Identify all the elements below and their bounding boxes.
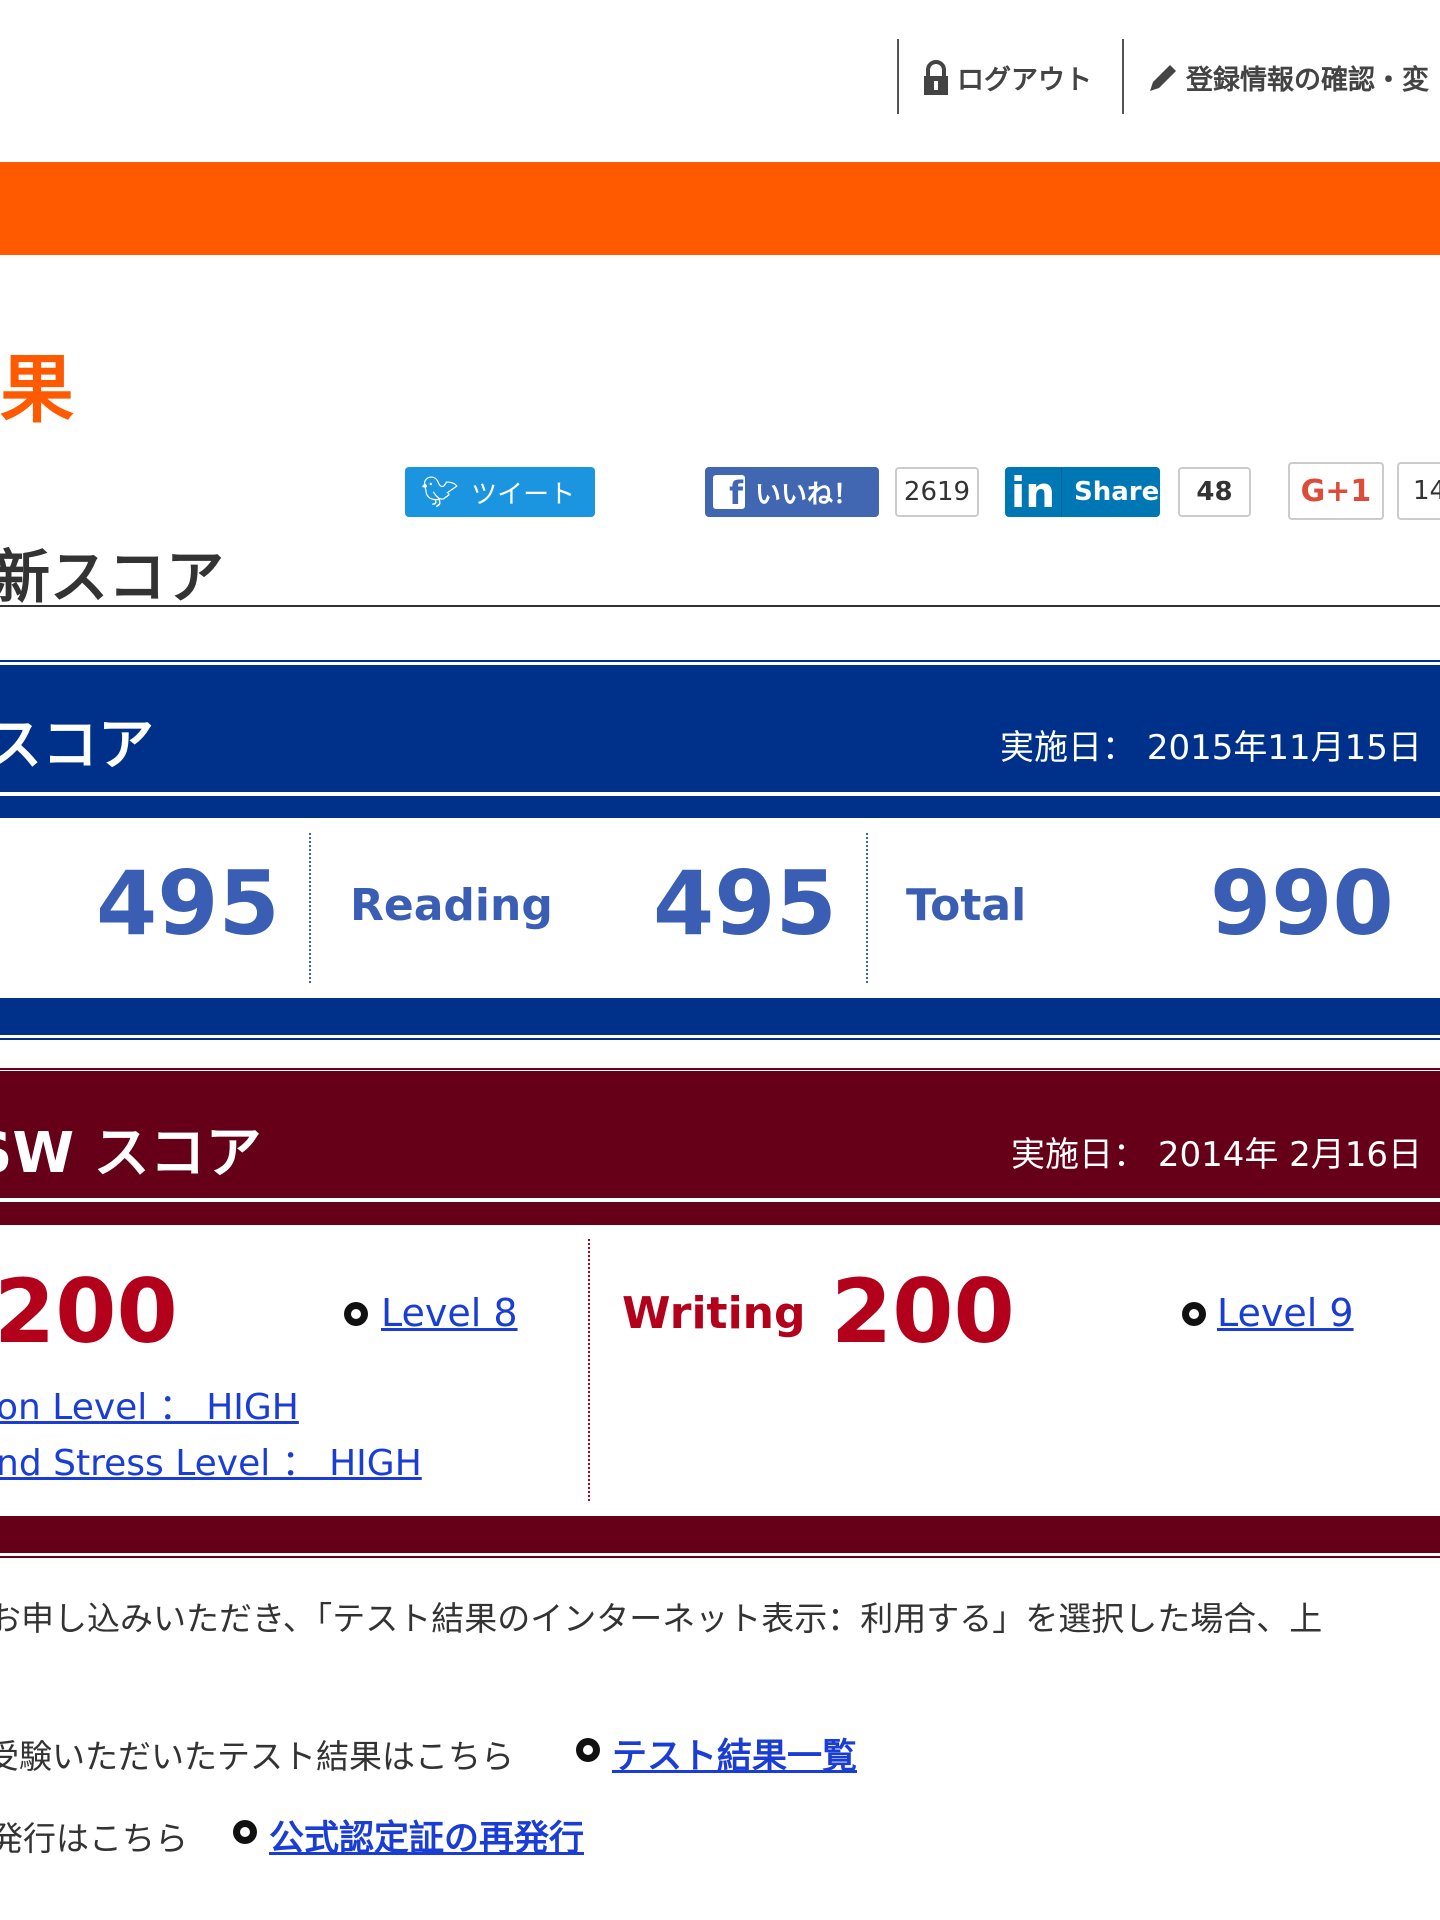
facebook-like-button[interactable]: f いいね！ (705, 467, 879, 517)
tweet-button[interactable]: 🐦︎ ツイート (405, 467, 595, 517)
lr-title: スコア (0, 713, 154, 778)
divider (0, 1556, 1440, 1558)
orange-banner (0, 162, 1440, 255)
lr-subband (0, 796, 1440, 818)
results-list-link[interactable]: テスト結果一覧 (612, 1728, 857, 1779)
total-score: 990 (1210, 852, 1394, 955)
pencil-icon (1150, 64, 1176, 91)
bullet-icon (344, 1302, 368, 1326)
bullet-icon (1182, 1302, 1206, 1326)
sw-subband (0, 1202, 1440, 1225)
linkedin-count: 48 (1178, 467, 1251, 517)
sw-date: 実施日： 2014年 2月16日 (1011, 1127, 1422, 1176)
facebook-icon: f (713, 475, 745, 509)
linkedin-icon: in (1005, 467, 1062, 517)
reading-score: 495 (653, 852, 837, 955)
writing-label: Writing (622, 1288, 806, 1339)
logout-link[interactable]: ログアウト (921, 58, 1092, 97)
sw-footer-band (0, 1516, 1440, 1553)
logout-label: ログアウト (957, 65, 1092, 96)
nav-separator (1122, 39, 1124, 114)
total-label: Total (906, 880, 1027, 931)
bullet-icon (576, 1738, 600, 1762)
divider (0, 1068, 1440, 1070)
nav-separator (897, 39, 899, 114)
account-link[interactable]: 登録情報の確認・変 (1146, 58, 1429, 97)
column-divider (866, 833, 868, 983)
writing-score: 200 (831, 1260, 1015, 1363)
linkedin-share-button[interactable]: in Share (1005, 467, 1160, 517)
speaking-level-link[interactable]: Level 8 (381, 1291, 518, 1335)
date-label: 実施日： (1011, 1135, 1147, 1175)
reissue-text: 発行はこちら (0, 1819, 188, 1858)
results-text: 受験いただいたテスト結果はこちら (0, 1737, 514, 1776)
speaking-score: 200 (0, 1260, 178, 1363)
certificate-reissue-link[interactable]: 公式認定証の再発行 (269, 1810, 584, 1861)
date-value: 2015年11月15日 (1146, 728, 1422, 768)
heading-underline (0, 605, 1440, 607)
listening-score: 495 (96, 852, 280, 955)
internet-display-note: お申し込みいただき、「テスト結果のインターネット表示：利用する」を選択した場合、… (0, 1599, 1323, 1638)
reading-label: Reading (350, 880, 553, 931)
bullet-icon (233, 1820, 257, 1844)
facebook-count: 2619 (895, 467, 979, 517)
tweet-label: ツイート (471, 479, 576, 510)
divider (0, 1038, 1440, 1040)
lock-icon (924, 59, 948, 95)
gplus-button[interactable]: G+1 (1288, 462, 1384, 520)
page-title: 果 (0, 347, 74, 433)
date-value: 2014年 2月16日 (1157, 1135, 1423, 1175)
account-label: 登録情報の確認・変 (1186, 65, 1429, 96)
intonation-stress-level-link[interactable]: nd Stress Level ： HIGH (0, 1434, 422, 1486)
date-label: 実施日： (1000, 728, 1136, 768)
section-heading: 新スコア (0, 543, 225, 611)
writing-level-link[interactable]: Level 9 (1217, 1291, 1354, 1335)
linkedin-label: Share (1074, 477, 1160, 507)
gplus-count: 14 (1397, 462, 1440, 520)
lr-footer-band (0, 998, 1440, 1035)
column-divider (588, 1239, 590, 1501)
lr-date: 実施日： 2015年11月15日 (1000, 720, 1422, 769)
twitter-icon: 🐦︎ (421, 474, 460, 510)
divider (0, 660, 1440, 662)
pronunciation-level-link[interactable]: on Level ： HIGH (0, 1378, 299, 1430)
facebook-label: いいね！ (755, 479, 860, 510)
gplus-label: G+1 (1300, 473, 1372, 509)
sw-title: SW スコア (0, 1121, 262, 1186)
column-divider (309, 833, 311, 983)
